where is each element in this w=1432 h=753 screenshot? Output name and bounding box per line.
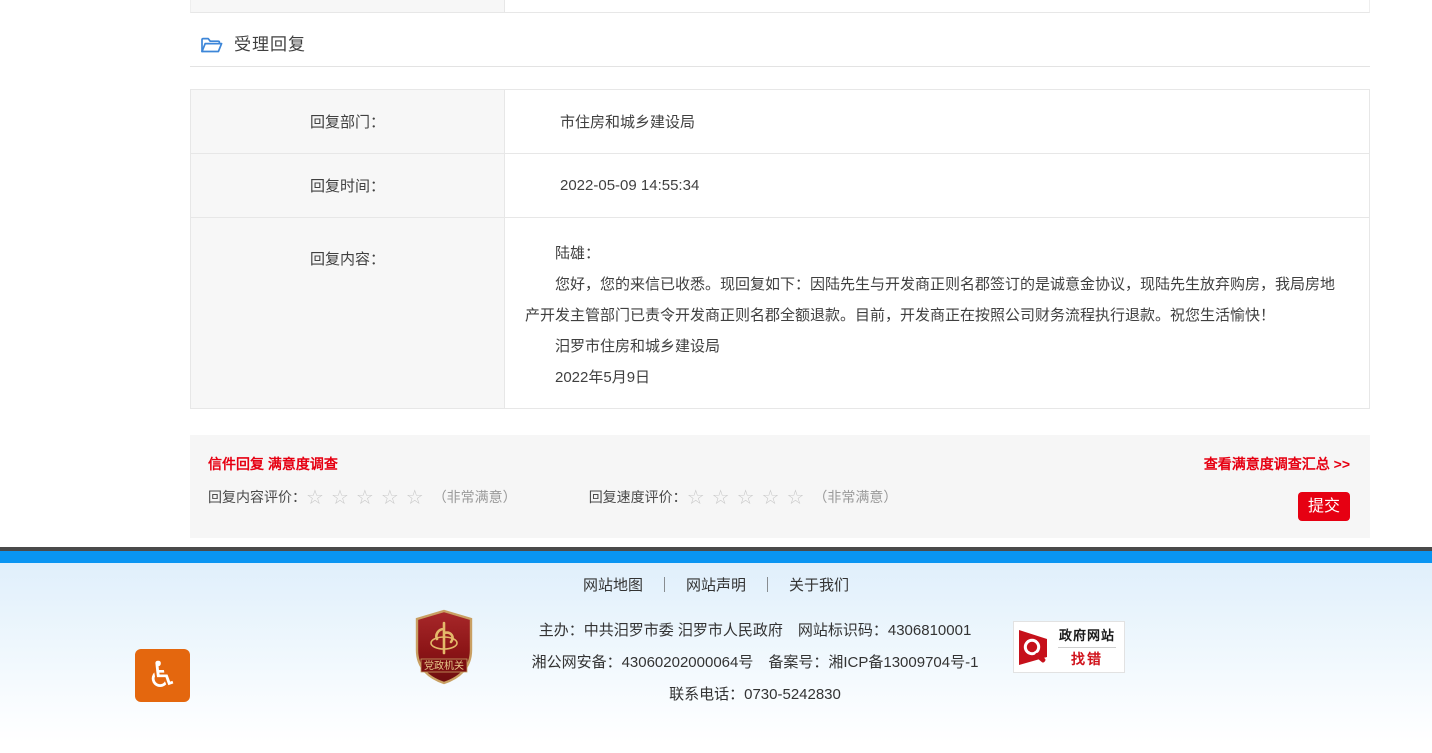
error-badge-action: 找错 (1054, 650, 1120, 668)
reply-table: 回复部门： 市住房和城乡建设局 回复时间： 2022-05-09 14:55:3… (190, 89, 1370, 409)
star-icon[interactable]: ☆ (331, 485, 356, 509)
speed-rating-hint: （非常满意） (813, 487, 897, 507)
reply-paragraph: 陆雄： (525, 238, 1345, 269)
previous-table-label-cell (191, 0, 505, 12)
open-folder-icon (200, 36, 223, 55)
website-error-report-badge[interactable]: 政府网站 找错 (1013, 621, 1125, 673)
star-icon[interactable]: ☆ (712, 485, 737, 509)
error-badge-divider (1058, 647, 1116, 648)
footer-link-separator: ｜ (760, 577, 775, 594)
footer-link-statement[interactable]: 网站声明 (686, 577, 746, 594)
star-icon[interactable]: ☆ (737, 485, 762, 509)
reply-time-value: 2022-05-09 14:55:34 (505, 154, 1369, 217)
survey-title: 信件回复 满意度调查 (208, 454, 338, 474)
error-badge-title: 政府网站 (1054, 627, 1120, 645)
footer-link-sitemap[interactable]: 网站地图 (583, 577, 643, 594)
star-icon[interactable]: ☆ (762, 485, 787, 509)
star-icon[interactable]: ☆ (356, 485, 381, 509)
previous-table-value-cell (505, 0, 1369, 12)
reply-time-label: 回复时间： (191, 154, 505, 217)
star-icon[interactable]: ☆ (381, 485, 406, 509)
speed-rating-label: 回复速度评价： (589, 487, 687, 507)
reply-paragraph: 您好，您的来信已收悉。现回复如下：因陆先生与开发商正则名郡签订的是诚意金协议，现… (525, 269, 1345, 331)
satisfaction-survey-panel: 信件回复 满意度调查 查看满意度调查汇总 >> 回复内容评价： ☆☆☆☆☆ （非… (190, 435, 1370, 538)
footer-link-separator: ｜ (657, 577, 672, 594)
reply-department-value: 市住房和城乡建设局 (505, 90, 1369, 153)
content-rating-stars: ☆☆☆☆☆ (306, 487, 431, 507)
reply-paragraph: 2022年5月9日 (525, 362, 1345, 393)
magnifier-icon (1014, 622, 1054, 672)
table-row: 回复部门： 市住房和城乡建设局 (191, 90, 1369, 154)
previous-table-cutoff-row (190, 0, 1370, 13)
content-rating-hint: （非常满意） (433, 487, 517, 507)
reply-paragraph: 汨罗市住房和城乡建设局 (525, 331, 1345, 362)
accessibility-icon[interactable]: ♿ (135, 649, 190, 702)
footer-links: 网站地图 ｜ 网站声明 ｜ 关于我们 (0, 563, 1432, 595)
table-row: 回复内容： 陆雄： 您好，您的来信已收悉。现回复如下：因陆先生与开发商正则名郡签… (191, 218, 1369, 408)
footer-link-about[interactable]: 关于我们 (789, 577, 849, 594)
speed-rating-stars: ☆☆☆☆☆ (687, 487, 812, 507)
party-badge-label: 党政机关 (424, 659, 464, 672)
reply-department-label: 回复部门： (191, 90, 505, 153)
footer-blue-bar (0, 551, 1432, 563)
reply-content-label: 回复内容： (191, 218, 505, 408)
section-title: 受理回复 (234, 33, 306, 57)
main-content: 受理回复 回复部门： 市住房和城乡建设局 回复时间： 2022-05-09 14… (190, 0, 1370, 538)
table-row: 回复时间： 2022-05-09 14:55:34 (191, 154, 1369, 218)
page-footer: 网站地图｜网站声明｜关于我们 主办：中共汨罗市委 汨罗市人民政府 网站标识码：4… (0, 547, 1432, 743)
star-icon[interactable]: ☆ (306, 485, 331, 509)
reply-content-value: 陆雄： 您好，您的来信已收悉。现回复如下：因陆先生与开发商正则名郡签订的是诚意金… (505, 218, 1369, 408)
survey-summary-link[interactable]: 查看满意度调查汇总 >> (1204, 454, 1350, 474)
star-icon[interactable]: ☆ (406, 485, 431, 509)
speed-rating-group: 回复速度评价： ☆☆☆☆☆ （非常满意） (589, 487, 898, 507)
content-rating-group: 回复内容评价： ☆☆☆☆☆ （非常满意） (208, 487, 517, 507)
section-header: 受理回复 (190, 33, 1370, 67)
party-government-badge[interactable]: 党政机关 (413, 609, 475, 685)
submit-button[interactable]: 提交 (1298, 492, 1350, 521)
content-rating-label: 回复内容评价： (208, 487, 306, 507)
star-icon[interactable]: ☆ (687, 485, 712, 509)
star-icon[interactable]: ☆ (786, 485, 811, 509)
